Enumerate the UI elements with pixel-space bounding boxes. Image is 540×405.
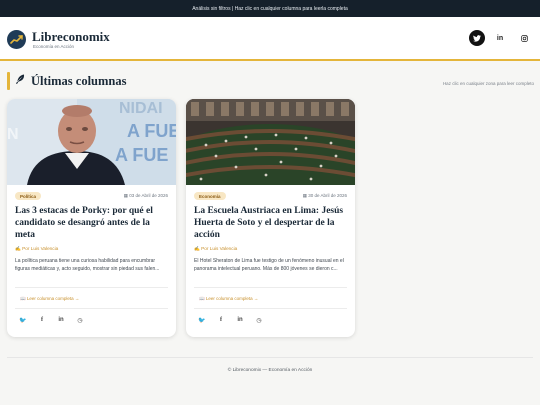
column-card[interactable]: Economía ▦ 30 de Abril de 2026 La Escuel…	[186, 99, 355, 337]
whatsapp-icon[interactable]: ◷	[75, 315, 85, 325]
article-image[interactable]	[186, 99, 355, 214]
publish-date: ▦ 30 de Abril de 2026	[303, 193, 347, 199]
read-more-link[interactable]: 📖 Leer columna completa →	[20, 296, 79, 302]
article-excerpt: El Hotel Sheraton de Lima fue testigo de…	[194, 258, 344, 272]
facebook-icon[interactable]: f	[216, 315, 226, 325]
article-title[interactable]: Las 3 estacas de Porky: por qué el candi…	[15, 205, 171, 241]
publish-date: ▦ 03 de Abril de 2026	[124, 193, 168, 199]
category-badge[interactable]: Política	[15, 192, 42, 200]
top-announcement-bar: Análisis sin filtros | Haz clic en cualq…	[0, 0, 540, 17]
card-divider	[15, 287, 168, 288]
category-badge[interactable]: Economía	[194, 192, 226, 200]
svg-text:A FUE: A FUE	[127, 121, 176, 141]
section-accent-bar	[7, 72, 10, 90]
linkedin-icon[interactable]: in	[56, 315, 66, 325]
site-footer: © Libreconomix — Economía en Acción	[227, 368, 313, 373]
article-excerpt: La política peruana tiene una curiosa ha…	[15, 258, 160, 272]
card-divider	[194, 308, 347, 309]
svg-text:NIDAI: NIDAI	[119, 100, 163, 117]
article-title[interactable]: La Escuela Austriaca en Lima: Jesús Huer…	[194, 205, 350, 241]
site-tagline: Economía en Acción	[33, 44, 75, 49]
linkedin-icon[interactable]: in	[235, 315, 245, 325]
instagram-icon[interactable]	[516, 30, 532, 46]
logo-icon[interactable]	[7, 30, 26, 49]
footer-divider	[7, 357, 533, 358]
twitter-icon[interactable]: 🐦	[18, 315, 28, 325]
section-heading: Últimas columnas	[14, 72, 127, 90]
section-title: Últimas columnas	[31, 73, 127, 88]
column-card[interactable]: NIDAI A FUE A FUE N Política ▦ 03 de Abr…	[7, 99, 176, 337]
facebook-icon[interactable]: f	[37, 315, 47, 325]
site-brand-name[interactable]: Libreconomix	[32, 29, 110, 45]
author-line: ✍ Por Luis Valencia	[194, 246, 238, 251]
twitter-icon[interactable]	[469, 30, 485, 46]
section-hint: Haz clic en cualquier zona para leer com…	[442, 81, 534, 86]
author-line: ✍ Por Luis Valencia	[15, 246, 59, 251]
whatsapp-icon[interactable]: ◷	[254, 315, 264, 325]
twitter-icon[interactable]: 🐦	[197, 315, 207, 325]
svg-text:A FUE: A FUE	[115, 145, 168, 165]
svg-text:N: N	[7, 126, 19, 143]
site-header: Libreconomix Economía en Acción in	[0, 17, 540, 61]
feather-icon	[14, 73, 26, 89]
article-image[interactable]: NIDAI A FUE A FUE N	[7, 99, 176, 185]
date-text: 30 de Abril de 2026	[308, 193, 347, 198]
card-divider	[15, 308, 168, 309]
announcement-text: Análisis sin filtros | Haz clic en cualq…	[192, 5, 348, 12]
date-text: 03 de Abril de 2026	[129, 193, 168, 198]
read-more-link[interactable]: 📖 Leer columna completa →	[199, 296, 258, 302]
linkedin-icon[interactable]: in	[492, 30, 508, 46]
card-divider	[194, 287, 347, 288]
